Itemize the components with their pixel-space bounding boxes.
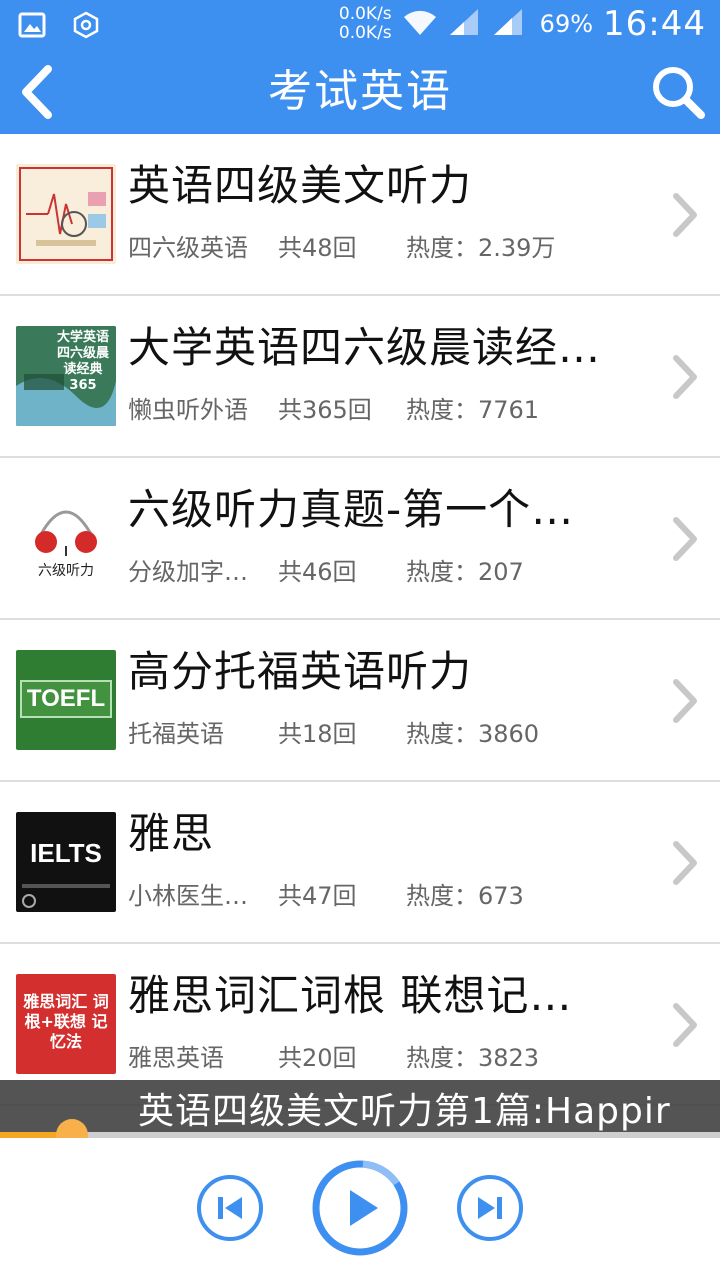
item-count: 共18回 bbox=[278, 720, 357, 748]
network-speed: 0.0K/s 0.0K/s bbox=[330, 5, 392, 43]
cover-text: 雅思词汇 词根+联想 记忆法 bbox=[23, 992, 109, 1051]
item-meta: 托福英语 共18回 热度：3860 bbox=[128, 714, 539, 749]
album-cover: IELTS bbox=[16, 812, 116, 912]
skip-previous-icon bbox=[197, 1175, 263, 1241]
now-playing-banner[interactable]: 英语四级美文听力第1篇:Happir bbox=[0, 1080, 720, 1132]
net-down-text: 0.0K/s bbox=[338, 23, 392, 43]
item-meta: 雅思英语 共20回 热度：3823 bbox=[128, 1038, 539, 1073]
signal-2-icon bbox=[492, 7, 526, 41]
list-item[interactable]: IELTS 雅思 小林医生… 共47回 热度：673 bbox=[0, 782, 720, 944]
item-title: 大学英语四六级晨读经… bbox=[128, 323, 602, 372]
image-icon bbox=[16, 9, 48, 41]
item-author: 分级加字… bbox=[128, 558, 248, 586]
signal-1-icon bbox=[448, 7, 482, 41]
item-heat: 热度：207 bbox=[406, 558, 524, 586]
album-cover: 六级听力 bbox=[16, 488, 116, 588]
item-title: 英语四级美文听力 bbox=[128, 161, 473, 210]
item-meta: 懒虫听外语 共365回 热度：7761 bbox=[128, 390, 539, 425]
list-item[interactable]: 六级听力 六级听力真题-第一个… 分级加字… 共46回 热度：207 bbox=[0, 458, 720, 620]
item-title: 雅思词汇词根 联想记… bbox=[128, 971, 573, 1020]
item-author: 托福英语 bbox=[128, 720, 224, 748]
item-heat: 热度：3860 bbox=[406, 720, 540, 748]
list-item[interactable]: 大学英语四六级晨读经典365 大学英语四六级晨读经… 懒虫听外语 共365回 热度：… bbox=[0, 296, 720, 458]
list-item[interactable]: TOEFL 高分托福英语听力 托福英语 共18回 热度：3860 bbox=[0, 620, 720, 782]
battery-percent: 69% bbox=[539, 10, 594, 38]
wifi-icon bbox=[402, 7, 438, 41]
item-heat: 热度：2.39万 bbox=[406, 234, 556, 262]
item-author: 懒虫听外语 bbox=[128, 396, 248, 424]
chevron-right-icon bbox=[673, 355, 697, 399]
search-button[interactable] bbox=[646, 60, 710, 124]
settings-hexagon-icon bbox=[70, 9, 102, 41]
clock: 16:44 bbox=[603, 4, 706, 44]
item-heat: 热度：3823 bbox=[406, 1044, 540, 1072]
item-heat: 热度：673 bbox=[406, 882, 524, 910]
item-meta: 小林医生… 共47回 热度：673 bbox=[128, 876, 524, 911]
previous-button[interactable] bbox=[196, 1174, 264, 1242]
item-title: 六级听力真题-第一个… bbox=[128, 485, 575, 534]
now-playing-title: 英语四级美文听力第1篇:Happir bbox=[138, 1091, 671, 1132]
page-title: 考试英语 bbox=[268, 66, 452, 117]
chevron-right-icon bbox=[673, 679, 697, 723]
play-icon bbox=[312, 1160, 408, 1256]
next-button[interactable] bbox=[456, 1174, 524, 1242]
chevron-right-icon bbox=[673, 1003, 697, 1047]
item-meta: 四六级英语 共48回 热度：2.39万 bbox=[128, 228, 555, 263]
chevron-right-icon bbox=[673, 841, 697, 885]
cover-text: IELTS bbox=[30, 838, 102, 868]
status-bar: 0.0K/s 0.0K/s 69% 16:44 bbox=[0, 0, 720, 50]
item-count: 共47回 bbox=[278, 882, 357, 910]
chevron-right-icon bbox=[673, 517, 697, 561]
cover-text: TOEFL bbox=[26, 685, 106, 712]
item-title: 雅思 bbox=[128, 809, 215, 858]
item-heat: 热度：7761 bbox=[406, 396, 540, 424]
item-meta: 分级加字… 共46回 热度：207 bbox=[128, 552, 524, 587]
app-bar: 考试英语 bbox=[0, 50, 720, 134]
item-count: 共20回 bbox=[278, 1044, 357, 1072]
item-author: 四六级英语 bbox=[128, 234, 248, 262]
player-controls bbox=[0, 1138, 720, 1280]
list-item[interactable]: 英语四级美文听力 四六级英语 共48回 热度：2.39万 bbox=[0, 134, 720, 296]
item-title: 高分托福英语听力 bbox=[128, 647, 473, 696]
net-up-text: 0.0K/s bbox=[338, 4, 392, 24]
cover-text: 六级听力 bbox=[38, 563, 94, 579]
album-list: 英语四级美文听力 四六级英语 共48回 热度：2.39万 大学英语四六级晨读经典36… bbox=[0, 134, 720, 1106]
item-count: 共46回 bbox=[278, 558, 357, 586]
chevron-right-icon bbox=[673, 193, 697, 237]
album-cover: 雅思词汇 词根+联想 记忆法 bbox=[16, 974, 116, 1074]
album-cover: 大学英语四六级晨读经典365 bbox=[16, 326, 116, 426]
album-cover: TOEFL bbox=[16, 650, 116, 750]
play-button[interactable] bbox=[310, 1158, 410, 1258]
search-icon bbox=[653, 67, 705, 119]
item-author: 小林医生… bbox=[128, 882, 248, 910]
album-cover bbox=[16, 164, 116, 264]
cover-text: 大学英语四六级晨读经典365 bbox=[56, 330, 109, 393]
item-count: 共365回 bbox=[278, 396, 372, 424]
skip-next-icon bbox=[457, 1175, 523, 1241]
item-count: 共48回 bbox=[278, 234, 357, 262]
item-author: 雅思英语 bbox=[128, 1044, 224, 1072]
